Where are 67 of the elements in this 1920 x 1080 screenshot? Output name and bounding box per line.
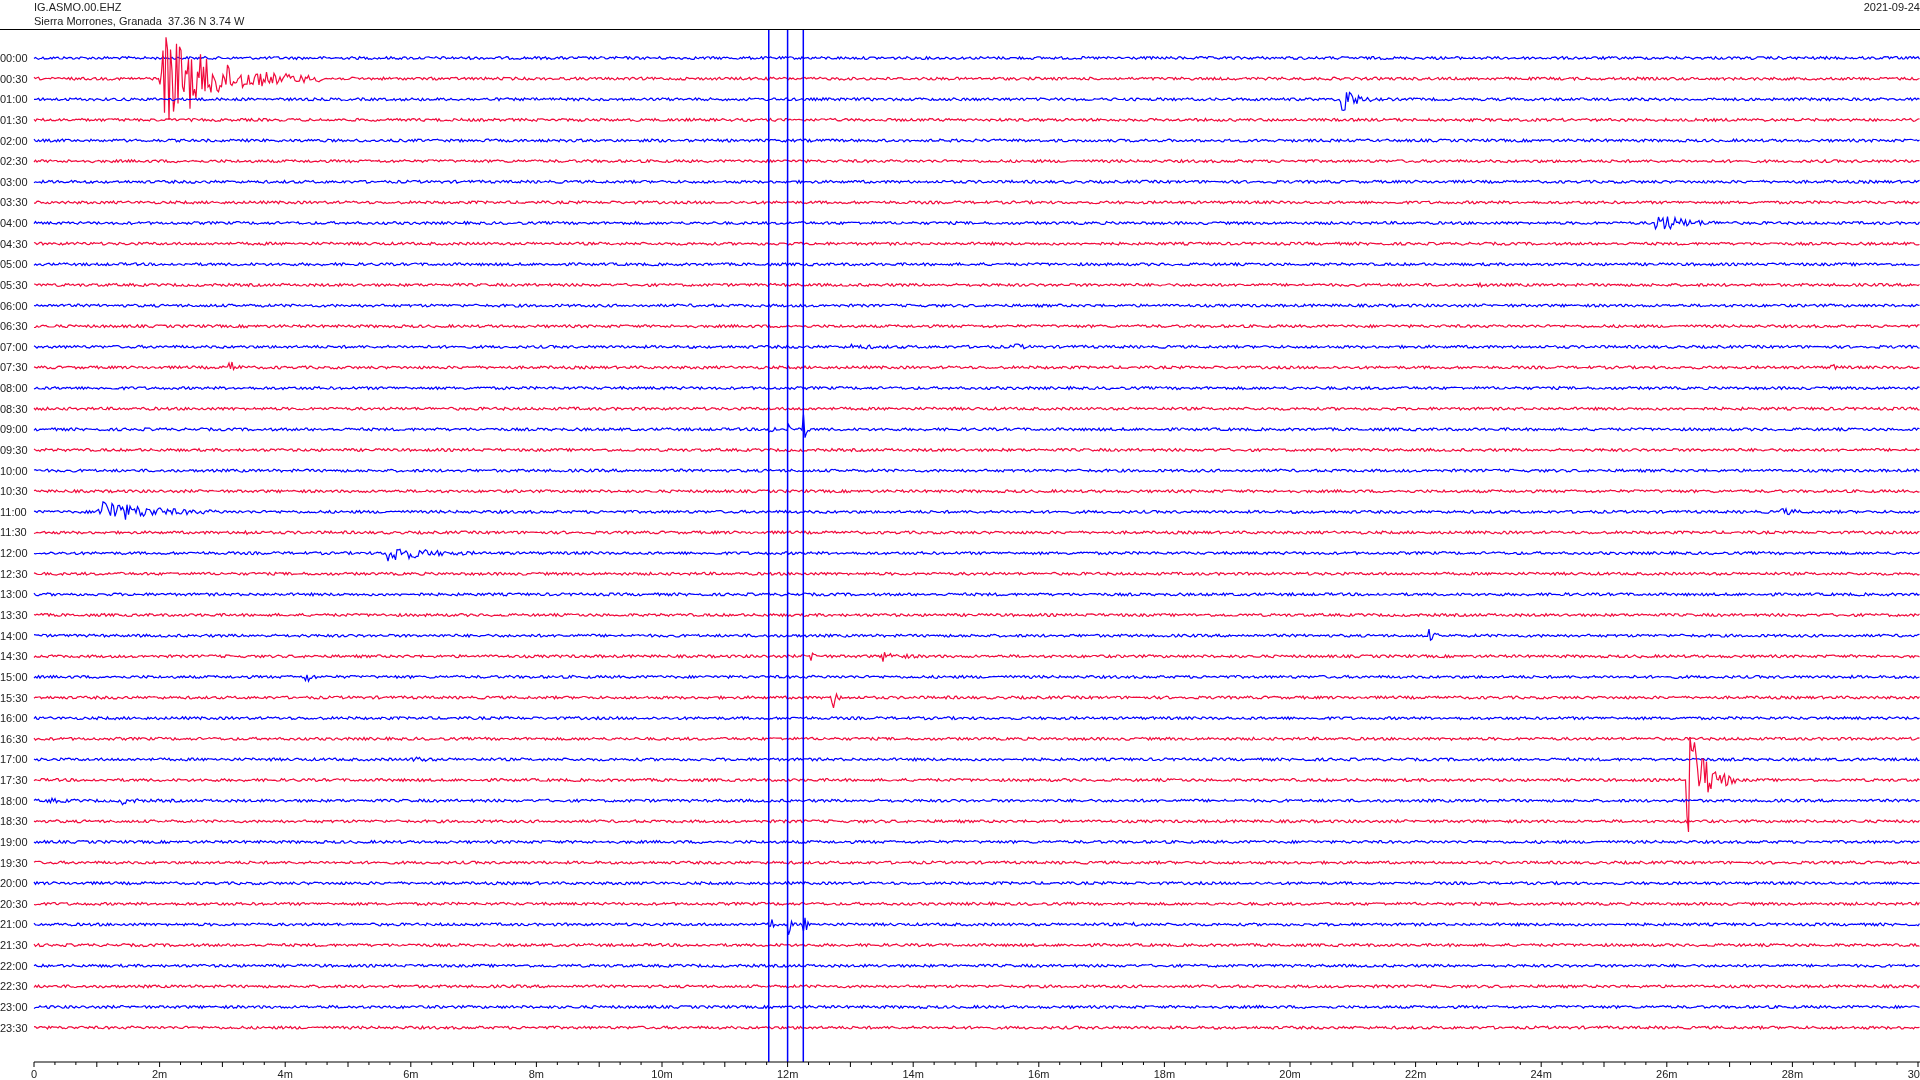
tick-label: 18m (1153, 1068, 1176, 1080)
tick-label: 16m (1028, 1068, 1050, 1080)
time-label: 12:30 (0, 567, 28, 580)
time-label: 07:30 (0, 361, 28, 374)
time-label: 13:00 (0, 588, 28, 601)
time-label: 06:00 (0, 299, 28, 312)
tick-label: 10m (651, 1068, 673, 1080)
time-label: 06:30 (0, 320, 28, 333)
tick-label: 2m (151, 1068, 168, 1080)
time-label: 18:00 (0, 794, 28, 807)
time-label: 15:00 (0, 670, 28, 683)
time-label: 05:30 (0, 278, 28, 291)
time-label: 05:00 (0, 258, 28, 271)
time-label: 20:00 (0, 877, 28, 890)
time-label: 19:00 (0, 835, 28, 848)
tick-label: 8m (528, 1068, 545, 1080)
time-label: 08:00 (0, 382, 28, 395)
time-label: 21:00 (0, 918, 28, 931)
time-label: 16:00 (0, 712, 28, 725)
time-label: 07:00 (0, 340, 28, 353)
time-label: 03:00 (0, 175, 28, 188)
tick-label: 4m (277, 1068, 293, 1080)
time-label: 10:30 (0, 485, 28, 498)
time-label: 23:00 (0, 1001, 28, 1013)
time-label: 01:00 (0, 93, 28, 106)
tick-label: 6m (403, 1068, 419, 1080)
time-label: 20:30 (0, 897, 28, 910)
time-label: 14:30 (0, 650, 28, 663)
tick-label: 14m (902, 1068, 924, 1080)
tick-label: 28m (1781, 1068, 1804, 1080)
time-label: 14:00 (0, 629, 28, 642)
time-label: 09:30 (0, 443, 28, 456)
time-label: 17:00 (0, 753, 28, 766)
time-label: 10:00 (0, 464, 28, 477)
time-label: 17:30 (0, 774, 28, 787)
time-label: 04:00 (0, 217, 28, 230)
time-label: 00:00 (0, 52, 28, 64)
tick-label: 20m (1279, 1068, 1301, 1080)
tick-label: 22m (1404, 1068, 1427, 1080)
date-label: 2021-09-24 (1863, 0, 1920, 15)
time-label: 08:30 (0, 402, 28, 415)
time-label: 00:30 (0, 72, 28, 85)
tick-label: 0 (30, 1068, 38, 1080)
tick-label: 12m (776, 1068, 799, 1080)
time-label: 03:30 (0, 196, 28, 209)
time-label: 19:30 (0, 856, 28, 869)
channel-code: IG.ASMO.00.EHZ (34, 0, 123, 14)
time-label: 04:30 (0, 237, 28, 250)
tick-label: 24m (1530, 1068, 1552, 1080)
time-label: 09:00 (0, 423, 28, 436)
tick-label: 30 (1907, 1068, 1920, 1080)
time-label: 11:00 (0, 505, 27, 518)
time-label: 16:30 (0, 732, 28, 745)
time-label: 12:00 (0, 547, 28, 560)
tick-label: 26m (1656, 1068, 1678, 1080)
time-label: 23:30 (0, 1021, 28, 1034)
time-label: 21:30 (0, 939, 28, 952)
time-label: 15:30 (0, 691, 28, 704)
time-label: 11:30 (0, 526, 27, 539)
time-label: 02:00 (0, 134, 28, 147)
time-label: 01:30 (0, 113, 28, 126)
station-name: Sierra Morrones, Granada 37.36 N 3.74 W (34, 14, 245, 28)
time-label: 02:30 (0, 155, 28, 168)
time-label: 22:00 (0, 959, 28, 972)
time-label: 13:30 (0, 609, 28, 621)
time-label: 22:30 (0, 980, 28, 993)
time-label: 18:30 (0, 815, 28, 828)
